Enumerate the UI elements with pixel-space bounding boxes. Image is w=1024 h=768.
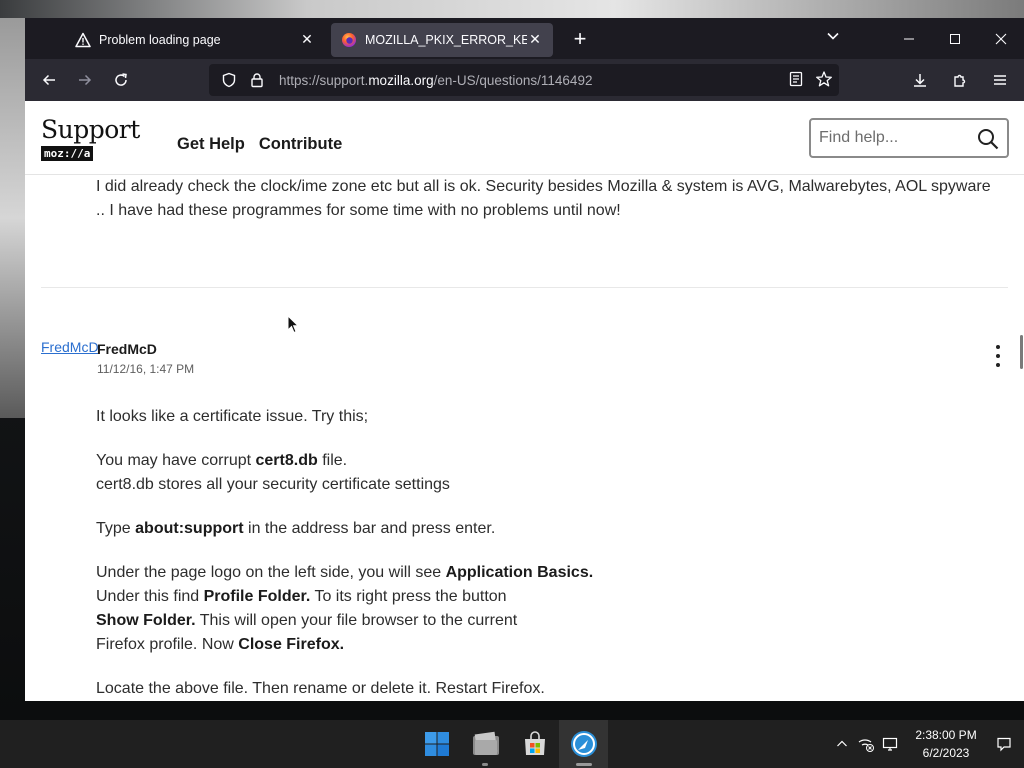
download-icon xyxy=(914,74,926,87)
clock-time: 2:38:00 PM xyxy=(915,728,977,742)
post-divider xyxy=(41,287,1008,288)
tab-strip: Problem loading page ✕ MOZILLA_PKIX_ERRO… xyxy=(25,18,1024,59)
reply-paragraph: Type about:support in the address bar an… xyxy=(96,517,976,541)
notifications-icon[interactable] xyxy=(984,720,1024,768)
close-icon[interactable]: ✕ xyxy=(299,31,315,48)
text-span: in the address bar and press enter. xyxy=(243,520,496,537)
mozilla-support-logo[interactable]: Support moz://a xyxy=(41,115,140,162)
reload-icon xyxy=(115,73,127,86)
bold-text: Show Folder. xyxy=(96,612,196,629)
tab-problem-loading[interactable]: Problem loading page ✕ xyxy=(65,23,325,57)
text-span: Firefox profile. Now xyxy=(96,636,239,653)
reply-author[interactable]: FredMcD xyxy=(97,341,157,357)
hamburger-menu-icon xyxy=(994,75,1006,85)
logo-badge: moz://a xyxy=(41,146,94,161)
tab-title: Problem loading page xyxy=(99,32,221,47)
display-icon[interactable] xyxy=(878,720,902,768)
reply-paragraph: You may have corrupt cert8.db file. cert… xyxy=(96,449,976,497)
desktop-wallpaper-strip xyxy=(0,0,1024,18)
navigation-toolbar: https://support.mozilla.org/en-US/questi… xyxy=(25,59,1024,101)
browser-taskbar-button[interactable] xyxy=(559,720,608,768)
lock-icon[interactable] xyxy=(245,72,269,88)
nav-get-help[interactable]: Get Help xyxy=(177,135,245,154)
text-span: cert8.db stores all your security certif… xyxy=(96,476,450,493)
reply-body: It looks like a certificate issue. Try t… xyxy=(96,405,976,701)
url-prefix: https://support. xyxy=(279,72,369,88)
text-span: Under this find xyxy=(96,588,204,605)
url-path: /en-US/questions/1146492 xyxy=(433,72,593,88)
bookmark-star-icon[interactable] xyxy=(815,70,833,93)
text-span: This will open your file browser to the … xyxy=(195,612,518,629)
reply-paragraph: Locate the above file. Then rename or de… xyxy=(96,680,545,697)
reply-datetime: 11/12/16, 1:47 PM xyxy=(97,362,195,376)
network-disconnected-icon[interactable] xyxy=(854,720,878,768)
firefox-icon xyxy=(341,32,357,48)
downloads-button[interactable] xyxy=(902,64,938,96)
file-explorer-icon xyxy=(472,731,499,755)
taskbar-clock[interactable]: 2:38:00 PM 6/2/2023 xyxy=(908,726,984,762)
bold-text: Application Basics. xyxy=(445,564,594,581)
tracking-protection-shield-icon[interactable] xyxy=(217,72,241,88)
maximize-button[interactable] xyxy=(932,18,978,59)
arrow-left-icon xyxy=(42,74,55,86)
browser-app-icon xyxy=(570,731,597,757)
web-page: Support moz://a Get Help Contribute I di… xyxy=(25,101,1024,701)
reader-view-icon[interactable] xyxy=(787,70,805,93)
warning-icon xyxy=(75,32,91,48)
close-window-button[interactable] xyxy=(978,18,1024,59)
tab-title: MOZILLA_PKIX_ERROR_KEY_PINNING_FAILURE xyxy=(365,32,527,47)
search-icon[interactable] xyxy=(977,128,999,155)
new-tab-button[interactable]: + xyxy=(567,26,593,52)
thread-content: I did already check the clock/ime zone e… xyxy=(25,175,1024,701)
text-span: You may have corrupt xyxy=(96,452,256,469)
start-button[interactable] xyxy=(412,720,461,768)
reply-paragraph: Under the page logo on the left side, yo… xyxy=(96,561,976,657)
chevron-up-icon[interactable] xyxy=(830,720,854,768)
back-button[interactable] xyxy=(31,64,67,96)
file-explorer-button[interactable] xyxy=(461,720,510,768)
desktop-wallpaper-edge xyxy=(0,18,25,418)
text-span: file. xyxy=(317,452,348,469)
microsoft-store-icon xyxy=(524,731,545,755)
mouse-cursor-icon xyxy=(287,314,300,339)
url-host: mozilla.org xyxy=(368,72,434,88)
address-bar[interactable]: https://support.mozilla.org/en-US/questi… xyxy=(209,64,839,96)
chevron-down-icon[interactable] xyxy=(826,29,840,48)
puzzle-icon xyxy=(954,74,966,87)
logo-wordmark: Support xyxy=(41,115,140,144)
bold-text: Profile Folder. xyxy=(203,588,311,605)
more-options-icon[interactable] xyxy=(992,345,1004,367)
bold-text: Close Firefox. xyxy=(238,636,345,653)
minimize-button[interactable] xyxy=(886,18,932,59)
menu-button[interactable] xyxy=(982,64,1018,96)
main-navigation: Get Help Contribute xyxy=(177,135,342,154)
extensions-button[interactable] xyxy=(942,64,978,96)
page-scrollbar-thumb[interactable] xyxy=(1020,335,1023,369)
nav-contribute[interactable]: Contribute xyxy=(259,135,342,154)
text-span: Under the page logo on the left side, yo… xyxy=(96,564,446,581)
avatar[interactable]: FredMcD xyxy=(41,339,99,355)
url-text: https://support.mozilla.org/en-US/questi… xyxy=(279,73,592,88)
reload-button[interactable] xyxy=(103,64,139,96)
start-icon xyxy=(424,732,449,756)
bold-text: cert8.db xyxy=(255,452,318,469)
site-header: Support moz://a Get Help Contribute xyxy=(25,101,1024,175)
text-span: To its right press the button xyxy=(310,588,507,605)
bold-text: about:support xyxy=(135,520,244,537)
system-tray: 2:38:00 PM 6/2/2023 xyxy=(830,720,1024,768)
forward-button[interactable] xyxy=(67,64,103,96)
clock-date: 6/2/2023 xyxy=(922,746,970,760)
search-input[interactable] xyxy=(819,129,969,147)
tab-pkix-error[interactable]: MOZILLA_PKIX_ERROR_KEY_PINNING_FAILURE ✕ xyxy=(331,22,553,57)
taskbar: 2:38:00 PM 6/2/2023 xyxy=(0,720,1024,768)
arrow-right-icon xyxy=(79,74,92,86)
previous-post-text: I did already check the clock/ime zone e… xyxy=(96,178,991,219)
browser-window: Problem loading page ✕ MOZILLA_PKIX_ERRO… xyxy=(25,18,1024,701)
close-icon[interactable]: ✕ xyxy=(527,31,543,48)
microsoft-store-button[interactable] xyxy=(510,720,559,768)
reply-paragraph: It looks like a certificate issue. Try t… xyxy=(96,408,369,425)
text-span: Type xyxy=(96,520,136,537)
site-search xyxy=(809,118,1009,158)
